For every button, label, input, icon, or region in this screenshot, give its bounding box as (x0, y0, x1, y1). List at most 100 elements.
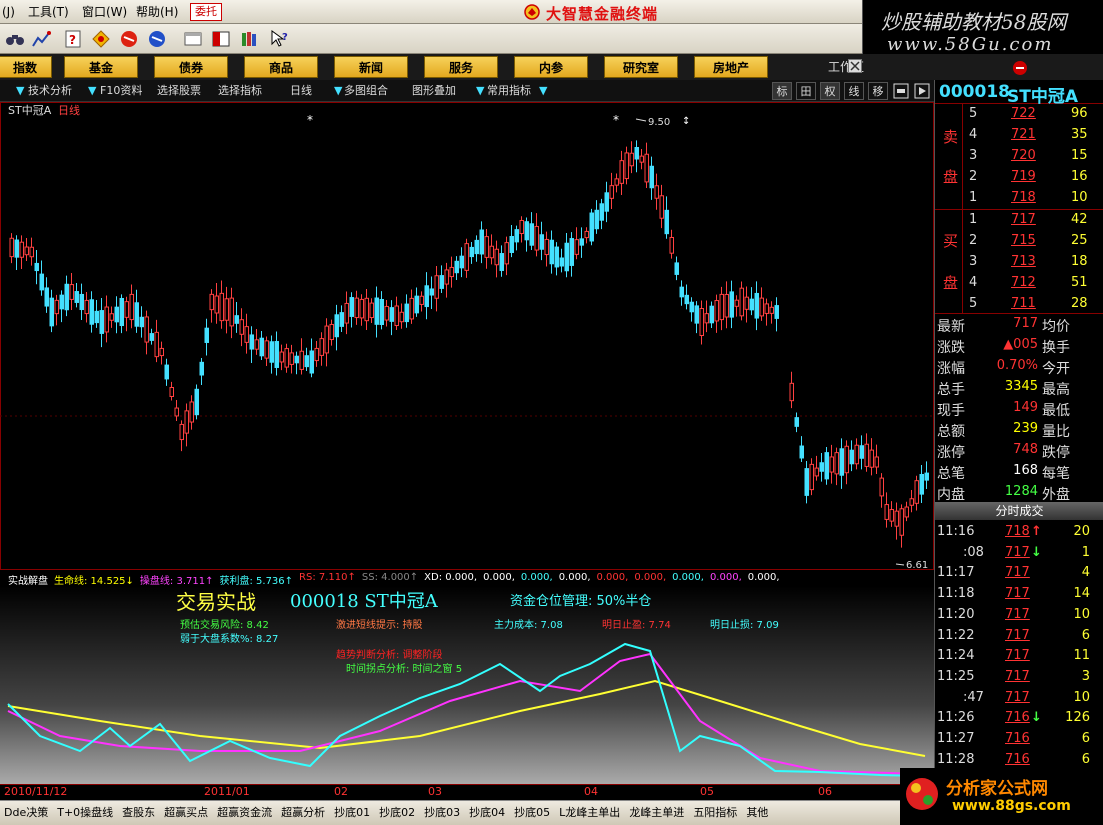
help-pointer-icon[interactable]: ? (268, 28, 290, 50)
nav-commodity[interactable]: 商品 (244, 56, 318, 78)
sub-trend: 趋势判断分析: 调整阶段 (336, 650, 443, 661)
nav-service[interactable]: 服务 (424, 56, 498, 78)
mark-button[interactable]: 标 (772, 82, 792, 100)
candle-body (139, 316, 144, 328)
candle-body (654, 185, 659, 199)
panel-icon[interactable] (893, 83, 909, 99)
candle-body (134, 302, 139, 327)
indicator-value: 操盘线: 3.711↑ (139, 576, 214, 586)
rights-button[interactable]: 权 (820, 82, 840, 100)
tab-overlay[interactable]: 图形叠加 (412, 83, 456, 99)
watermark-top: 炒股辅助教材58股网 www.58Gu.com (862, 0, 1103, 62)
indicator-value: 0.000, (558, 572, 591, 583)
tab-daily[interactable]: 日线 (290, 83, 312, 99)
tab-select-stock[interactable]: 选择股票 (157, 83, 201, 99)
bottom-tab[interactable]: 其他 (746, 805, 768, 821)
line-button[interactable]: 线 (844, 82, 864, 100)
tab-tech-analysis[interactable]: 技术分析 (28, 83, 72, 99)
layout-icon[interactable] (210, 28, 232, 50)
nav-research[interactable]: 研究室 (604, 56, 678, 78)
nav-index[interactable]: 指数 (0, 56, 52, 78)
dropdown-arrow-icon: ▼ (16, 84, 25, 97)
candle-body (534, 225, 539, 251)
bottom-tab[interactable]: 龙峰主单进 (629, 805, 684, 821)
bottom-tab[interactable]: 查股东 (122, 805, 155, 821)
candle-body (809, 463, 814, 491)
candle-body (854, 444, 859, 465)
binoculars-icon[interactable] (4, 28, 26, 50)
menu-item-help[interactable]: 帮助(H) (136, 4, 178, 20)
blue-ball-icon[interactable] (146, 28, 168, 50)
candle-body (664, 209, 669, 235)
candle-body (199, 361, 204, 376)
bottom-tab[interactable]: 超赢买点 (164, 805, 208, 821)
window-icon[interactable] (182, 28, 204, 50)
move-button[interactable]: 移 (868, 82, 888, 100)
nav-bond[interactable]: 债券 (154, 56, 228, 78)
date-label: 2010/11/12 (4, 785, 68, 798)
indicator-svg (7, 642, 926, 777)
candle-body (754, 292, 759, 319)
bottom-tab[interactable]: 抄底01 (334, 805, 370, 821)
indicator-value: 0.000, (747, 572, 780, 583)
play-icon[interactable] (914, 83, 930, 99)
candle-body (59, 294, 64, 310)
tick-time: 11:24 (937, 648, 975, 664)
menu-item-window[interactable]: 窗口(W) (82, 4, 127, 20)
question-doc-icon[interactable]: ? (62, 28, 84, 50)
stat-value: 149 (1013, 400, 1038, 415)
bottom-tab[interactable]: 抄底05 (514, 805, 550, 821)
tick-time: 11:25 (937, 668, 975, 684)
bottom-tab[interactable]: L龙峰主单出 (559, 805, 620, 821)
candle-body (34, 262, 39, 272)
candlestick-chart[interactable]: ST中冠A 日线 * * 9.50 ↕ 6.61 (0, 102, 934, 570)
date-label: 04 (584, 785, 598, 798)
tab-multi-chart[interactable]: 多图组合 (344, 83, 388, 99)
bottom-tab[interactable]: 超赢分析 (281, 805, 325, 821)
nav-news[interactable]: 新闻 (334, 56, 408, 78)
delegate-button[interactable]: 委托 (190, 3, 222, 21)
candle-body (74, 291, 79, 303)
bottom-tab[interactable]: Dde决策 (4, 805, 48, 821)
candle-body (919, 473, 924, 495)
nav-fund[interactable]: 基金 (64, 56, 138, 78)
candle-body (869, 449, 874, 468)
grid-button[interactable]: 田 (796, 82, 816, 100)
candle-body (709, 305, 714, 324)
candle-body (494, 248, 499, 266)
candle-body (859, 445, 864, 459)
candle-body (414, 295, 419, 314)
minus-icon[interactable] (1012, 60, 1028, 76)
chart-tool-icon[interactable] (30, 28, 52, 50)
books-icon[interactable] (238, 28, 260, 50)
bottom-tab[interactable]: 五阳指标 (693, 805, 737, 821)
tab-common-indicators[interactable]: 常用指标 (487, 83, 531, 99)
diamond-icon[interactable] (90, 28, 112, 50)
menu-item-0[interactable]: (J) (2, 4, 15, 20)
candle-body (714, 300, 719, 322)
bottom-tab[interactable]: T+0操盘线 (57, 805, 113, 821)
tick-price: 717 (1005, 668, 1030, 684)
close-icon[interactable] (848, 59, 862, 73)
watermark-bottom: 分析家公式网 www.88gs.com (900, 768, 1103, 825)
book-level: 3 (969, 148, 978, 163)
bottom-tab[interactable]: 抄底04 (469, 805, 505, 821)
nav-insider[interactable]: 内参 (514, 56, 588, 78)
nav-realestate[interactable]: 房地产 (694, 56, 768, 78)
tab-select-indicator[interactable]: 选择指标 (218, 83, 262, 99)
workarea-label[interactable]: 工作区 (806, 56, 886, 78)
tab-f10[interactable]: F10资料 (100, 83, 142, 99)
red-ball-icon[interactable] (118, 28, 140, 50)
bottom-tab[interactable]: 抄底03 (424, 805, 460, 821)
tick-price: 717 (1005, 586, 1030, 602)
candle-body (604, 192, 609, 212)
bottom-tab[interactable]: 超赢资金流 (217, 805, 272, 821)
menu-item-tools[interactable]: 工具(T) (28, 4, 69, 20)
candle-body (384, 305, 389, 321)
stat-label: 涨停 (937, 445, 965, 461)
ticks-title[interactable]: 分时成交 (935, 502, 1103, 520)
bottom-tab[interactable]: 抄底02 (379, 805, 415, 821)
sub-timing: 时间拐点分析: 时间之窗 5 (346, 664, 463, 675)
indicator-panel[interactable]: 交易实战 000018 ST中冠A 资金仓位管理: 50%半仓 预估交易风险: … (0, 586, 934, 784)
candle-body (839, 448, 844, 476)
